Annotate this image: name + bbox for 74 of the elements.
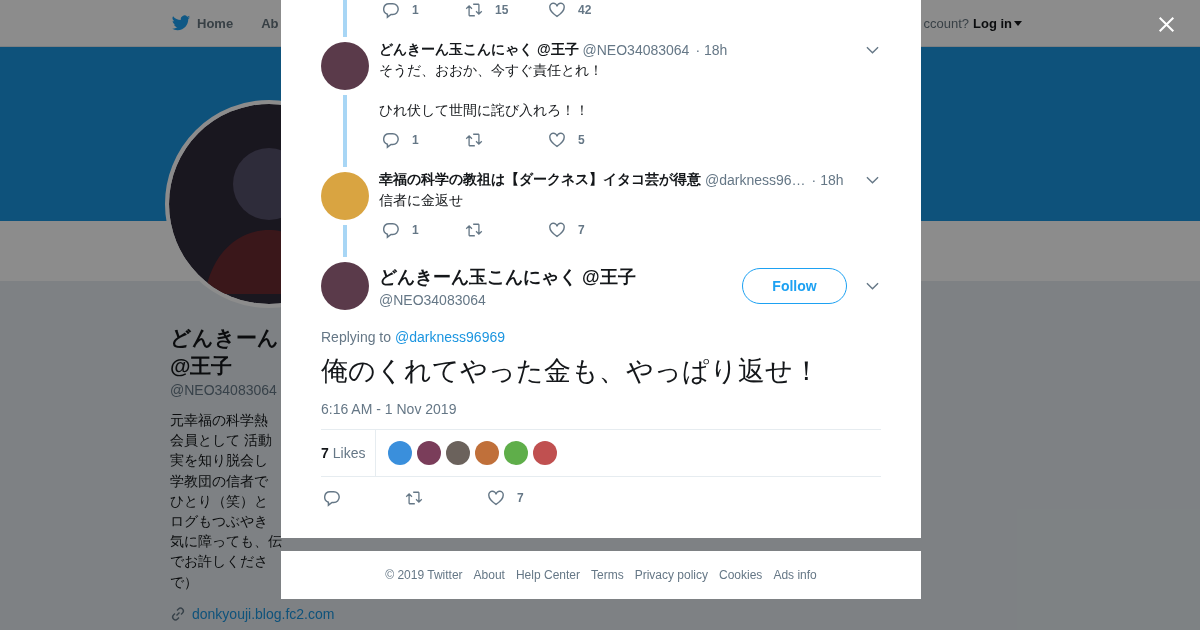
reply-icon[interactable] [382, 131, 400, 149]
footer-link[interactable]: Cookies [719, 568, 763, 582]
replying-label: Replying to [321, 329, 392, 345]
retweet-icon[interactable] [465, 1, 483, 19]
tweet-text: 信者に金返せ [379, 191, 464, 210]
bio-line: 実を知り脱会し [170, 451, 268, 471]
liker-avatar[interactable] [446, 441, 471, 465]
user-name[interactable]: どんきーん玉こんにゃく @王子 [379, 264, 636, 289]
profile-handle: @NEO34083064 [170, 382, 278, 398]
nav-item[interactable]: Ab [261, 15, 279, 31]
heart-icon[interactable] [548, 131, 566, 149]
tweet-text: そうだ、おおか、今すぐ責任とれ！ [379, 61, 604, 80]
nav-item[interactable]: Home [171, 14, 234, 32]
reply-icon[interactable] [382, 1, 400, 19]
bio-line: ログもつぶやき [170, 512, 268, 531]
bio-line: でお許しくださ [170, 552, 268, 572]
bird-icon [171, 14, 191, 32]
heart-icon[interactable] [548, 221, 566, 239]
caret-icon [1014, 20, 1022, 26]
tweet-text: 俺のくれてやった金も、やっぱり返せ！ [321, 355, 821, 388]
tweet-timestamp[interactable]: 6:16 AM - 1 Nov 2019 [321, 401, 881, 417]
chevron-icon[interactable] [866, 46, 879, 54]
like-count: 7 [578, 223, 585, 237]
like-count: 42 [578, 3, 592, 17]
bio-line: 会員として 活動 [170, 431, 272, 451]
reply-count: 1 [412, 133, 419, 147]
like-count: 7 [517, 491, 524, 505]
reply-icon[interactable] [323, 489, 341, 507]
user-name[interactable]: 幸福の科学の教祖は【ダークネス】イタコ芸が得意 [379, 171, 701, 189]
retweet-icon[interactable] [465, 221, 483, 239]
user-handle: @darkness96… [705, 172, 806, 188]
profile-name: @王子 [170, 353, 233, 379]
liker-avatar[interactable] [388, 441, 413, 465]
reply-count: 1 [412, 3, 419, 17]
avatar[interactable] [321, 42, 369, 90]
bio-line: ひとり（笑）と [170, 491, 268, 511]
login-link[interactable]: Log in [973, 15, 1022, 31]
bio-line: で） [170, 572, 198, 592]
footer-link[interactable]: Ads info [773, 568, 817, 582]
retweet-count: 15 [495, 3, 509, 17]
likes-stat[interactable]: 7 Likes [321, 430, 377, 476]
bio-line: 気に障っても、伝 [170, 532, 282, 552]
user-handle: @NEO34083064 [379, 291, 487, 308]
reply-icon[interactable] [382, 221, 400, 239]
user-handle: @NEO34083064 [582, 42, 690, 58]
tweet-time[interactable]: · 18h [695, 42, 728, 58]
tweet-text: ひれ伏して世間に詫び入れろ！！ [379, 101, 590, 120]
mention-link[interactable]: @darkness96969 [395, 329, 505, 345]
liker-avatar[interactable] [475, 441, 500, 465]
footer-link[interactable]: Help Center [515, 568, 580, 582]
chevron-icon[interactable] [866, 282, 879, 290]
footer-link[interactable]: About [473, 568, 505, 582]
footer-link[interactable]: Terms [591, 568, 624, 582]
account-prompt: ccount? [923, 15, 969, 31]
avatar[interactable] [321, 262, 369, 310]
retweet-icon[interactable] [405, 489, 423, 507]
bio-line: 学教団の信者で [170, 471, 268, 491]
heart-icon[interactable] [487, 489, 505, 507]
tweet-time[interactable]: · 18h [811, 172, 844, 188]
footer-link[interactable]: © 2019 Twitter [385, 568, 463, 582]
heart-icon[interactable] [548, 1, 566, 19]
profile-name: どんきーん [170, 325, 279, 351]
retweet-icon[interactable] [465, 131, 483, 149]
follow-button[interactable]: Follow [742, 268, 847, 304]
like-count: 5 [578, 133, 585, 147]
link-icon [170, 605, 186, 622]
footer-link[interactable]: Privacy policy [634, 568, 708, 582]
bio-line: 元幸福の科学熱 [170, 411, 268, 430]
liker-avatar[interactable] [417, 441, 442, 465]
close-icon[interactable] [1158, 16, 1175, 33]
user-name[interactable]: どんきーん玉こんにゃく @王子 [379, 41, 579, 59]
liker-avatar[interactable] [533, 441, 558, 465]
reply-count: 1 [412, 223, 419, 237]
chevron-icon[interactable] [866, 176, 879, 184]
